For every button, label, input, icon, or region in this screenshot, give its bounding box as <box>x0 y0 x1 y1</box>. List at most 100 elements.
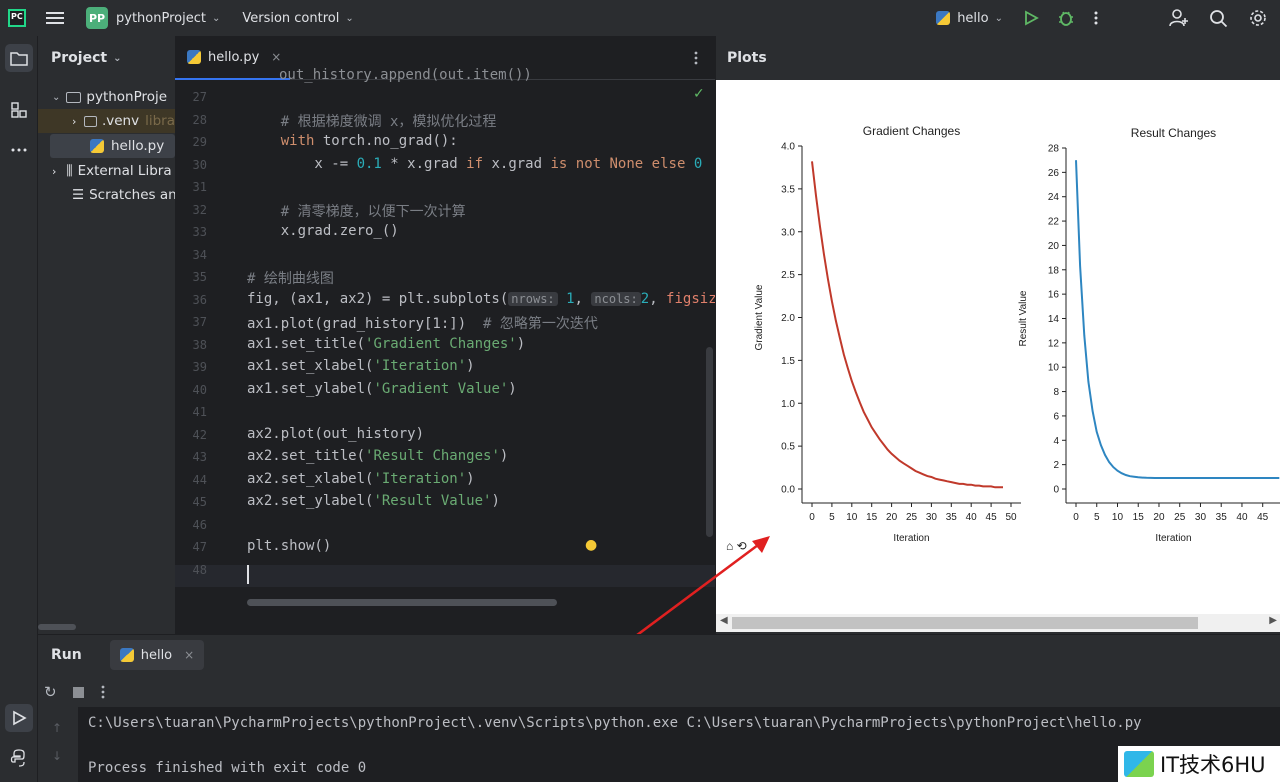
app-logo-icon[interactable] <box>0 0 26 36</box>
debug-button[interactable] <box>1057 0 1075 36</box>
scroll-right-arrow-icon[interactable]: ▶ <box>1269 615 1277 626</box>
line-number: 29 <box>192 135 207 149</box>
line-number: 37 <box>192 315 207 329</box>
python-icon <box>10 749 25 767</box>
y-tick-label: 1.0 <box>781 399 795 410</box>
code-line: # 清零梯度，以便下一次计算 <box>247 203 466 220</box>
horizontal-scrollbar[interactable] <box>247 599 557 606</box>
scroll-left-arrow-icon[interactable]: ◀ <box>720 615 728 626</box>
chart-title: Result Changes <box>1131 126 1216 140</box>
x-tick-label: 30 <box>926 512 938 523</box>
y-tick-label: 3.0 <box>781 227 795 238</box>
plots-panel-title: Plots <box>727 50 767 66</box>
code-line: ax1.set_xlabel('Iteration') <box>247 358 475 374</box>
plot-hscrollbar[interactable]: ◀ ▶ <box>716 614 1280 632</box>
line-number: 30 <box>192 157 207 172</box>
horizontal-scrollbar[interactable] <box>38 624 76 630</box>
python-console-button[interactable] <box>5 744 33 772</box>
line-number: 38 <box>192 337 207 352</box>
rerun-icon[interactable]: ↻ <box>44 683 57 701</box>
line-number: 42 <box>192 427 207 442</box>
line-number: 27 <box>192 90 207 104</box>
more-vertical-icon[interactable] <box>100 684 106 700</box>
y-tick-label: 3.5 <box>781 184 795 195</box>
y-tick-label: 16 <box>1048 290 1060 301</box>
project-tool-button[interactable] <box>5 44 33 72</box>
y-tick-label: 12 <box>1048 338 1060 349</box>
vcs-label: Version control <box>242 10 340 26</box>
close-icon[interactable]: × <box>184 648 194 662</box>
add-user-button[interactable] <box>1169 0 1189 36</box>
run-config-name: hello <box>957 10 989 26</box>
tree-item-hello-py[interactable]: hello.py <box>50 134 175 158</box>
tree-item-project-root[interactable]: ⌄ pythonProje <box>52 85 167 109</box>
scroll-down-icon[interactable]: ↓ <box>52 749 62 763</box>
y-tick-label: 1.5 <box>781 356 795 367</box>
x-tick-label: 10 <box>846 512 858 523</box>
tab-hello-py[interactable]: hello.py × <box>175 36 290 80</box>
play-icon <box>1025 10 1039 26</box>
code-body[interactable]: out_history.append(out.item()) ✓ 27 28 # … <box>175 67 715 634</box>
main-menu-button[interactable] <box>26 0 64 36</box>
plots-svg: 0.00.51.01.52.02.53.03.54.00 5 10 15 20 25 30 3… <box>726 124 1280 553</box>
line-number: 45 <box>192 495 207 509</box>
python-icon <box>936 11 951 25</box>
tab-hello-run[interactable]: hello × <box>109 640 205 670</box>
x-tick-label: 45 <box>1257 512 1269 523</box>
plot-canvas[interactable]: 0.0 0.5 1.0 1.5 2.0 2.5 3.0 3.5 4.0 0 5 10 15 20 25 30 3… <box>716 80 1280 632</box>
y-tick-label: 10 <box>1048 363 1060 374</box>
x-tick-label: 25 <box>1174 512 1186 523</box>
tree-item-external-libraries[interactable]: › ⫼ External Libra <box>52 159 172 183</box>
close-icon[interactable]: × <box>271 50 281 64</box>
stop-icon[interactable] <box>72 686 84 698</box>
more-tools-button[interactable] <box>5 136 33 164</box>
x-tick-label: 35 <box>1216 512 1228 523</box>
x-tick-label: 5 <box>1094 512 1100 523</box>
watermark-logo-icon <box>1124 751 1154 777</box>
x-tick-label: 15 <box>1133 512 1145 523</box>
code-line: # 根据梯度微调 x，模拟优化过程 <box>247 113 497 130</box>
x-tick-label: 5 <box>829 512 835 523</box>
scroll-up-icon[interactable]: ↑ <box>52 721 62 735</box>
x-tick-label: 10 <box>1112 512 1124 523</box>
more-actions-button[interactable] <box>1093 0 1099 36</box>
run-tool-button[interactable] <box>5 704 33 732</box>
code-line: x -= 0.1 * x.grad if x.grad is not None … <box>247 155 703 172</box>
project-name: pythonProject <box>116 10 206 26</box>
editor-more-button[interactable] <box>693 50 699 70</box>
plots-panel-header: Plots <box>716 36 1280 80</box>
run-button[interactable] <box>1023 0 1039 36</box>
search-button[interactable] <box>1209 0 1228 36</box>
x-tick-label: 40 <box>966 512 978 523</box>
vertical-scrollbar[interactable] <box>706 347 713 537</box>
tool-window-strip <box>0 36 38 782</box>
line-number: 35 <box>192 270 207 284</box>
bug-icon <box>1059 11 1073 26</box>
code-line: ax1.set_ylabel('Gradient Value') <box>247 380 517 397</box>
run-panel-title: Run <box>51 647 82 663</box>
x-tick-label: 0 <box>809 512 815 523</box>
y-tick-label: 8 <box>1053 387 1059 398</box>
title-bar: PP pythonProject ⌄ Version control ⌄ hel… <box>0 0 1280 36</box>
y-tick-label: 4.0 <box>781 142 795 153</box>
project-panel-header[interactable]: Project ⌄ <box>38 36 175 80</box>
vcs-selector[interactable]: Version control ⌄ <box>234 0 353 36</box>
structure-tool-button[interactable] <box>5 96 33 124</box>
tree-item-scratches[interactable]: ☰ Scratches an <box>72 183 175 207</box>
console-output[interactable]: C:\Users\tuaran\PycharmProjects\pythonPr… <box>78 707 1280 782</box>
chevron-down-icon: ⌄ <box>52 91 61 103</box>
scroll-thumb[interactable] <box>732 617 1198 629</box>
structure-icon <box>11 102 27 118</box>
run-tab-label: hello <box>140 647 173 663</box>
settings-button[interactable] <box>1248 0 1268 36</box>
y-tick-label: 2 <box>1053 460 1059 471</box>
x-tick-label: 45 <box>986 512 998 523</box>
run-config-selector[interactable]: hello ⌄ <box>936 0 1003 36</box>
tree-item-venv[interactable]: › .venv libra <box>38 109 175 133</box>
project-selector[interactable]: PP pythonProject ⌄ <box>64 0 220 36</box>
code-line: # 绘制曲线图 <box>247 271 334 287</box>
x-tick-label: 30 <box>1195 512 1207 523</box>
bulb-icon[interactable]: ● <box>585 537 597 553</box>
x-tick-label: 25 <box>906 512 918 523</box>
line-number: 47 <box>192 540 207 554</box>
